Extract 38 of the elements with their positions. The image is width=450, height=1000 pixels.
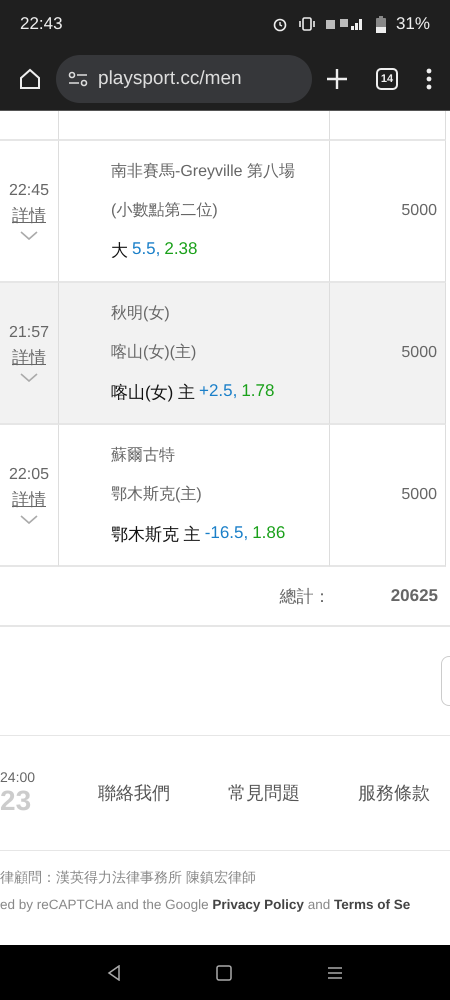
back-icon[interactable] xyxy=(107,964,122,980)
game-line: 喀山(女)(主) xyxy=(111,342,198,362)
legal-advisor-text: 律顧問：漢英得力法律事務所 陳鎮宏律師 xyxy=(0,869,257,887)
amount-cell: 5000 xyxy=(330,141,446,283)
match-time: 22:05 xyxy=(8,466,50,484)
battery-percent: 31% xyxy=(396,14,430,34)
game-line: 蘇爾古特 xyxy=(111,446,176,466)
pick-line: 喀山(女) 主 +2.5, 1.78 xyxy=(111,380,276,404)
game-line: 秋明(女) xyxy=(111,304,171,324)
details-link[interactable]: 詳情 xyxy=(12,346,46,368)
vibrate-icon xyxy=(298,17,316,31)
service-hours: 24:00 xyxy=(0,769,36,785)
pick-line: 鄂木斯克 主 -16.5, 1.86 xyxy=(111,522,286,546)
tune-icon xyxy=(68,71,88,87)
recaptcha-notice: ed by reCAPTCHA and the Google Privacy Policy and Terms of Se xyxy=(0,897,412,912)
tab-count[interactable]: 14 xyxy=(376,68,398,90)
details-link[interactable]: 詳情 xyxy=(12,488,46,510)
clock-time: 22:43 xyxy=(20,14,63,34)
recents-icon[interactable] xyxy=(326,966,343,980)
total-label: 總計： xyxy=(280,586,331,608)
game-line: (小數點第二位) xyxy=(111,200,219,220)
match-time: 21:57 xyxy=(8,324,50,342)
alarm-icon xyxy=(272,16,288,32)
amount-cell: 5000 xyxy=(330,283,446,425)
address-bar[interactable]: playsport.cc/men xyxy=(56,55,312,103)
details-link[interactable]: 詳情 xyxy=(12,204,46,226)
total-value: 20625 xyxy=(390,586,438,606)
match-time: 22:45 xyxy=(8,182,50,200)
home-button-icon[interactable] xyxy=(216,964,232,980)
battery-icon xyxy=(376,16,386,32)
game-line: 南非賽馬-Greyville 第八場 xyxy=(111,162,296,182)
footer-link[interactable]: 聯絡我們 xyxy=(98,781,170,805)
pick-line: 大 5.5, 2.38 xyxy=(111,238,198,262)
footer-link[interactable]: 常見問題 xyxy=(228,781,300,805)
amount-cell: 5000 xyxy=(330,425,446,567)
game-line: 鄂木斯克(主) xyxy=(111,484,203,504)
footer-link[interactable]: 服務條款 xyxy=(358,781,430,805)
panel-edge xyxy=(441,656,450,706)
